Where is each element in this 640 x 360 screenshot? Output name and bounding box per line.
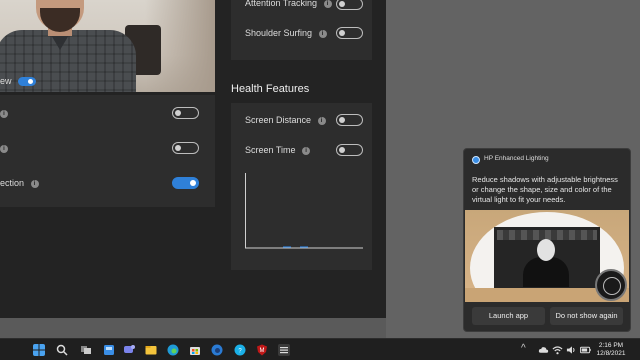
- attention-tracking-label: Attention Tracking i: [245, 0, 332, 8]
- teams-chat-icon[interactable]: [123, 344, 135, 356]
- left-setting-1-label: i: [0, 108, 8, 118]
- info-icon[interactable]: i: [302, 147, 311, 155]
- cloud-icon[interactable]: [538, 344, 549, 356]
- preview-label: ew: [0, 76, 12, 86]
- do-not-show-again-button[interactable]: Do not show again: [550, 307, 623, 325]
- screen-distance-toggle[interactable]: [336, 114, 363, 126]
- info-icon[interactable]: i: [323, 0, 332, 8]
- info-icon[interactable]: i: [317, 117, 326, 125]
- shoulder-surfing-label: Shoulder Surfing i: [245, 28, 327, 38]
- widgets-icon[interactable]: [103, 344, 115, 356]
- notification-message: Reduce shadows with adjustable brightnes…: [472, 175, 618, 204]
- info-icon[interactable]: i: [30, 180, 39, 188]
- notification-app-name: HP Enhanced Lighting: [484, 155, 549, 162]
- left-settings-panel: i i ection i: [0, 95, 215, 207]
- privacy-panel: Attention Tracking i Shoulder Surfing i: [231, 0, 372, 60]
- edge-icon[interactable]: [167, 344, 179, 356]
- svg-text:M: M: [260, 348, 265, 354]
- left-setting-2-toggle[interactable]: [172, 142, 199, 154]
- health-features-title: Health Features: [231, 83, 310, 95]
- screen-time-toggle[interactable]: [336, 144, 363, 156]
- info-icon[interactable]: i: [0, 145, 8, 153]
- left-setting-2-label: i: [0, 143, 8, 153]
- screen-distance-label: Screen Distance i: [245, 115, 326, 125]
- left-setting-3-label: ection i: [0, 178, 39, 188]
- left-setting-3-toggle[interactable]: [172, 177, 199, 189]
- info-icon[interactable]: i: [0, 110, 8, 118]
- clock-time: 2:16 PM: [598, 342, 624, 349]
- left-setting-1-toggle[interactable]: [172, 107, 199, 119]
- battery-icon[interactable]: [580, 344, 591, 356]
- store-icon[interactable]: [189, 344, 201, 356]
- taskbar-clock[interactable]: 2:16 PM 12/8/2021: [596, 342, 626, 358]
- windows-start-icon[interactable]: [33, 344, 45, 356]
- wifi-icon[interactable]: [552, 344, 563, 356]
- chevron-up-icon[interactable]: ^: [521, 342, 526, 356]
- settings-app-icon[interactable]: [278, 344, 290, 356]
- screen-time-label: Screen Time i: [245, 145, 311, 155]
- health-panel: Screen Distance i Screen Time i: [231, 103, 372, 270]
- clock-date: 12/8/2021: [596, 350, 626, 357]
- attention-tracking-toggle[interactable]: [336, 0, 363, 10]
- hp-lighting-icon: [472, 156, 480, 164]
- mcafee-icon[interactable]: M: [256, 344, 268, 356]
- screen-time-chart: [245, 173, 363, 249]
- notification-hero-image: [465, 210, 629, 302]
- shoulder-surfing-toggle[interactable]: [336, 27, 363, 39]
- search-icon[interactable]: [56, 344, 68, 356]
- file-explorer-icon[interactable]: [145, 344, 157, 356]
- edge-beta-icon[interactable]: [211, 344, 223, 356]
- notification-toast[interactable]: HP Enhanced Lighting Reduce shadows with…: [463, 148, 631, 332]
- task-view-icon[interactable]: [80, 344, 92, 356]
- brightness-dial-icon: [595, 269, 627, 301]
- preview-toggle[interactable]: [18, 77, 36, 86]
- taskbar: ? M ^ 2:16 PM 12/8/2021: [0, 338, 640, 360]
- hp-support-icon[interactable]: ?: [234, 344, 246, 356]
- launch-app-button[interactable]: Launch app: [472, 307, 545, 325]
- info-icon[interactable]: i: [318, 30, 327, 38]
- hp-app-window: ew i i ection i Attention Tracking i Sho…: [0, 0, 386, 318]
- volume-icon[interactable]: [566, 344, 577, 356]
